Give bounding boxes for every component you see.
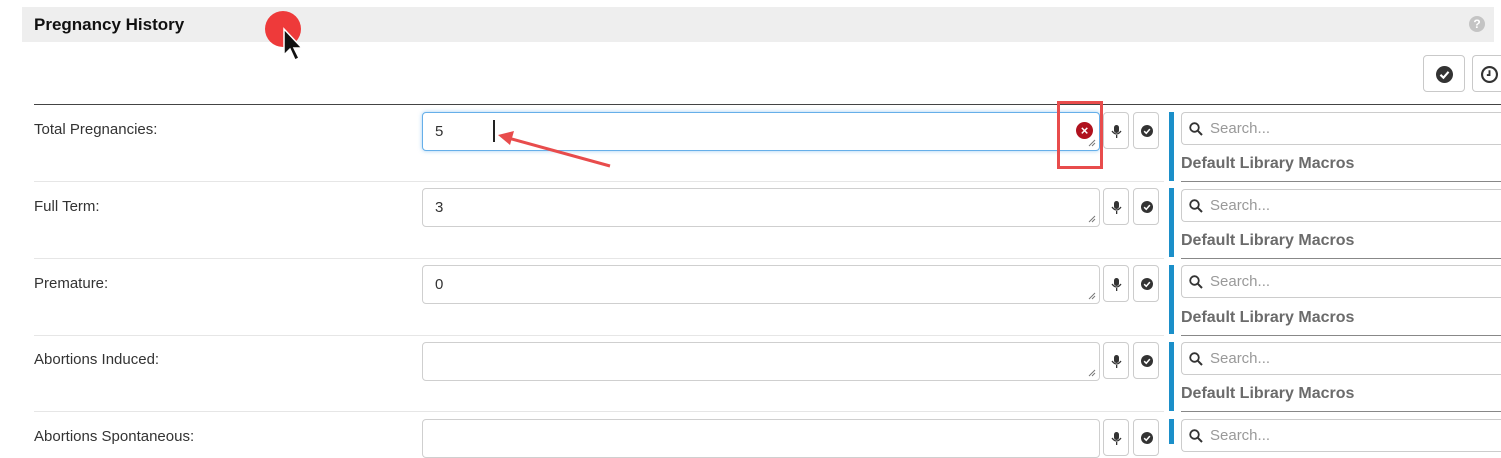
microphone-icon — [1111, 432, 1122, 445]
macro-panel-accent — [1169, 112, 1174, 181]
macro-library-label[interactable]: Default Library Macros — [1181, 309, 1354, 327]
check-circle-icon — [1141, 355, 1153, 367]
row-divider — [34, 335, 1164, 336]
clock-icon — [1481, 66, 1498, 83]
macro-library-label[interactable]: Default Library Macros — [1181, 232, 1354, 250]
question-circle-icon[interactable]: ? — [1469, 16, 1485, 32]
check-circle-icon — [1141, 432, 1153, 444]
microphone-icon — [1111, 125, 1122, 138]
annotation-arrow-icon — [498, 131, 611, 168]
abortions-spontaneous-label: Abortions Spontaneous: — [34, 428, 195, 445]
dictate-button[interactable] — [1103, 265, 1129, 302]
search-icon — [1189, 199, 1203, 213]
macro-panel-accent — [1169, 265, 1174, 334]
macro-search-input[interactable]: Search... — [1181, 265, 1501, 298]
total-pregnancies-label: Total Pregnancies: — [34, 121, 158, 138]
confirm-button[interactable] — [1133, 419, 1159, 456]
confirm-button[interactable] — [1133, 188, 1159, 225]
abortions-induced-label: Abortions Induced: — [34, 351, 160, 368]
dictate-button[interactable] — [1103, 112, 1129, 149]
premature-input[interactable]: 0 — [422, 265, 1100, 304]
check-circle-icon — [1436, 66, 1453, 83]
full-term-label: Full Term: — [34, 198, 100, 215]
microphone-icon — [1111, 278, 1122, 291]
premature-label: Premature: — [34, 275, 109, 292]
search-placeholder: Search... — [1210, 197, 1271, 214]
search-placeholder: Search... — [1210, 120, 1271, 137]
macro-search-input[interactable]: Search... — [1181, 342, 1501, 375]
resize-handle-icon[interactable] — [1088, 292, 1096, 300]
resize-handle-icon[interactable] — [1088, 215, 1096, 223]
check-circle-icon — [1141, 278, 1153, 290]
total-pregnancies-value: 5 — [435, 123, 444, 140]
confirm-button[interactable] — [1133, 342, 1159, 379]
row-divider — [34, 411, 1164, 412]
mouse-pointer-icon — [283, 27, 304, 62]
full-term-value: 3 — [435, 199, 444, 216]
history-button[interactable] — [1472, 55, 1501, 92]
premature-value: 0 — [435, 276, 444, 293]
annotation-highlight-box — [1057, 101, 1103, 169]
abortions-spontaneous-input[interactable] — [422, 419, 1100, 458]
dictate-button[interactable] — [1103, 188, 1129, 225]
search-placeholder: Search... — [1210, 350, 1271, 367]
macro-divider — [1181, 258, 1501, 259]
search-icon — [1189, 352, 1203, 366]
row-divider — [34, 181, 1164, 182]
macro-divider — [1181, 411, 1501, 412]
macro-panel-accent — [1169, 188, 1174, 257]
section-header: Pregnancy History ? — [22, 7, 1494, 42]
section-title: Pregnancy History — [34, 15, 185, 34]
confirm-button[interactable] — [1133, 112, 1159, 149]
macro-library-label[interactable]: Default Library Macros — [1181, 155, 1354, 173]
macro-panel-accent — [1169, 419, 1174, 444]
confirm-all-button[interactable] — [1423, 55, 1465, 92]
check-circle-icon — [1141, 201, 1153, 213]
macro-search-input[interactable]: Search... — [1181, 419, 1501, 452]
macro-search-input[interactable]: Search... — [1181, 112, 1501, 145]
row-divider — [34, 258, 1164, 259]
macro-divider — [1181, 181, 1501, 182]
microphone-icon — [1111, 355, 1122, 368]
full-term-input[interactable]: 3 — [422, 188, 1100, 227]
dictate-button[interactable] — [1103, 342, 1129, 379]
confirm-button[interactable] — [1133, 265, 1159, 302]
microphone-icon — [1111, 201, 1122, 214]
search-placeholder: Search... — [1210, 273, 1271, 290]
search-placeholder: Search... — [1210, 427, 1271, 444]
macro-library-label[interactable]: Default Library Macros — [1181, 385, 1354, 403]
search-icon — [1189, 122, 1203, 136]
check-circle-icon — [1141, 125, 1153, 137]
macro-panel-accent — [1169, 342, 1174, 411]
macro-search-input[interactable]: Search... — [1181, 189, 1501, 222]
dictate-button[interactable] — [1103, 419, 1129, 456]
macro-divider — [1181, 335, 1501, 336]
abortions-induced-input[interactable] — [422, 342, 1100, 381]
search-icon — [1189, 275, 1203, 289]
section-divider — [34, 104, 1501, 105]
resize-handle-icon[interactable] — [1088, 369, 1096, 377]
search-icon — [1189, 429, 1203, 443]
